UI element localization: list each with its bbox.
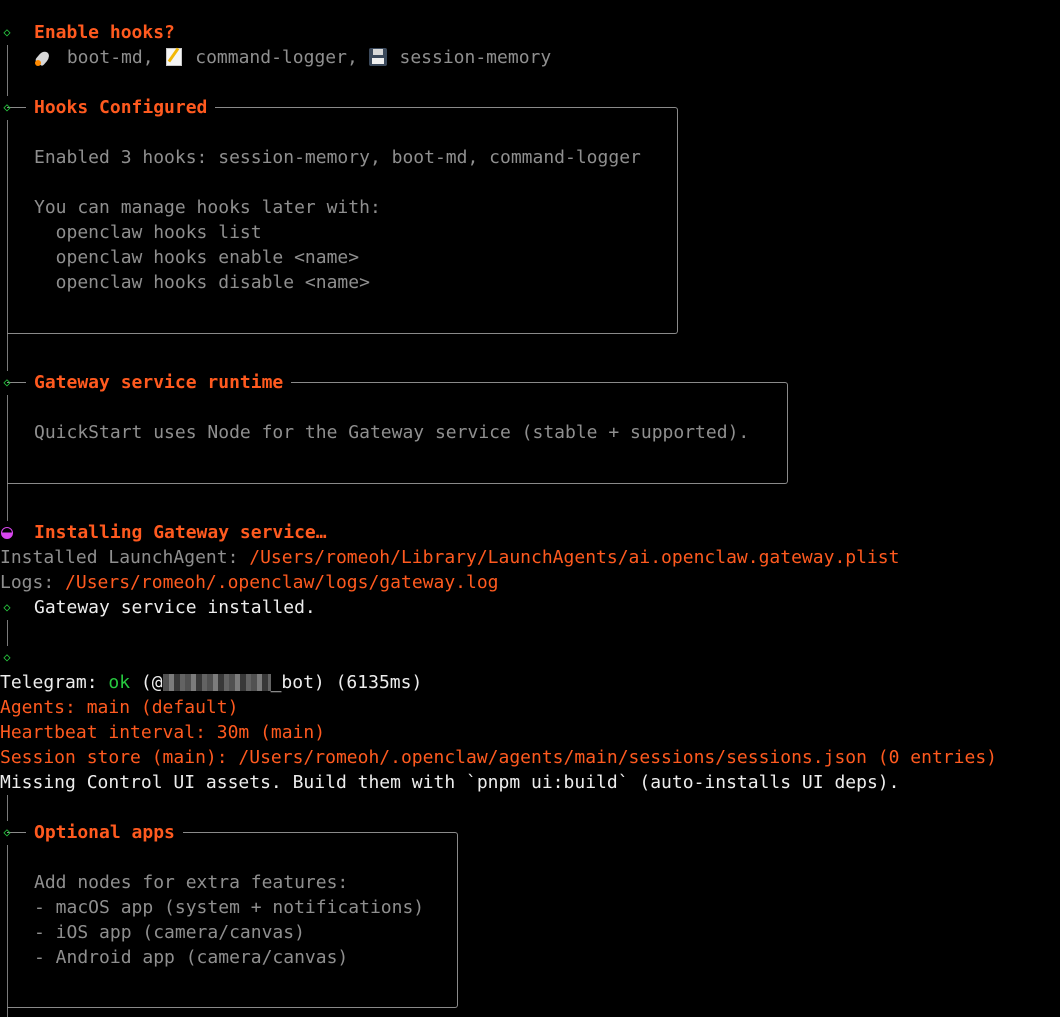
list-separator: , bbox=[142, 47, 165, 68]
step-done-icon: ◇ bbox=[3, 600, 11, 614]
rocket-icon bbox=[34, 48, 54, 66]
logs-label: Logs: bbox=[0, 572, 66, 593]
step-done-icon: ◇ bbox=[3, 375, 11, 389]
hooks-configured-title: Hooks Configured bbox=[26, 95, 216, 120]
telegram-handle-prefix: (@ bbox=[130, 672, 163, 693]
session-store-line: Session store (main): /Users/romeoh/.ope… bbox=[0, 747, 997, 768]
agents-line: Agents: main (default) bbox=[0, 697, 239, 718]
logs-line: Logs: /Users/romeoh/.openclaw/logs/gatew… bbox=[0, 570, 499, 595]
hook-label-command-logger: command-logger bbox=[195, 47, 347, 68]
gateway-runtime-body: QuickStart uses Node for the Gateway ser… bbox=[34, 422, 750, 443]
gutter-line bbox=[7, 45, 8, 96]
launch-agent-path: /Users/romeoh/Library/LaunchAgents/ai.op… bbox=[249, 547, 900, 568]
optional-app-item: - Android app (camera/canvas) bbox=[34, 947, 349, 968]
gateway-runtime-title: Gateway service runtime bbox=[26, 370, 292, 395]
step-done-icon: ◇ bbox=[3, 25, 11, 39]
optional-app-item: - iOS app (camera/canvas) bbox=[34, 922, 305, 943]
list-separator: , bbox=[346, 47, 369, 68]
installing-title: Installing Gateway service… bbox=[34, 522, 327, 543]
hooks-command-disable: openclaw hooks disable <name> bbox=[34, 272, 370, 293]
terminal-window: ◇ Enable hooks? boot-md, command-logger,… bbox=[0, 0, 1060, 1017]
telegram-label: Telegram: bbox=[0, 672, 109, 693]
telegram-status-line: Telegram: ok (@ _bot) (6135ms) bbox=[0, 670, 422, 695]
gateway-installed-message: Gateway service installed. bbox=[34, 597, 316, 618]
gutter-line bbox=[7, 795, 8, 821]
step-done-icon: ◇ bbox=[3, 650, 11, 664]
hooks-enabled-line: Enabled 3 hooks: session-memory, boot-md… bbox=[34, 147, 641, 168]
telegram-handle-suffix: _bot) (6135ms) bbox=[270, 672, 423, 693]
step-done-icon: ◇ bbox=[3, 100, 11, 114]
hook-label-session-memory: session-memory bbox=[399, 47, 552, 68]
heartbeat-line: Heartbeat interval: 30m (main) bbox=[0, 722, 326, 743]
optional-apps-title: Optional apps bbox=[26, 820, 183, 845]
gutter-line bbox=[7, 620, 8, 646]
optional-apps-intro: Add nodes for extra features: bbox=[34, 872, 349, 893]
step-done-icon: ◇ bbox=[3, 825, 11, 839]
hook-label-boot-md: boot-md bbox=[66, 47, 143, 68]
hooks-command-list: openclaw hooks list bbox=[34, 222, 262, 243]
hooks-manage-line: You can manage hooks later with: bbox=[34, 197, 381, 218]
launch-agent-label: Installed LaunchAgent: bbox=[0, 547, 250, 568]
hooks-selection-list: boot-md, command-logger, session-memory bbox=[34, 45, 551, 70]
missing-assets-line: Missing Control UI assets. Build them wi… bbox=[0, 772, 900, 793]
optional-app-item: - macOS app (system + notifications) bbox=[34, 897, 425, 918]
launch-agent-line: Installed LaunchAgent: /Users/romeoh/Lib… bbox=[0, 545, 899, 570]
telegram-ok-badge: ok bbox=[108, 672, 131, 693]
spinner-icon bbox=[1, 527, 13, 539]
logs-path: /Users/romeoh/.openclaw/logs/gateway.log bbox=[65, 572, 499, 593]
redacted-bot-name bbox=[162, 674, 271, 691]
floppy-disk-icon bbox=[368, 48, 387, 66]
memo-icon bbox=[166, 48, 183, 66]
hooks-prompt-title: Enable hooks? bbox=[34, 22, 175, 43]
hooks-command-enable: openclaw hooks enable <name> bbox=[34, 247, 360, 268]
